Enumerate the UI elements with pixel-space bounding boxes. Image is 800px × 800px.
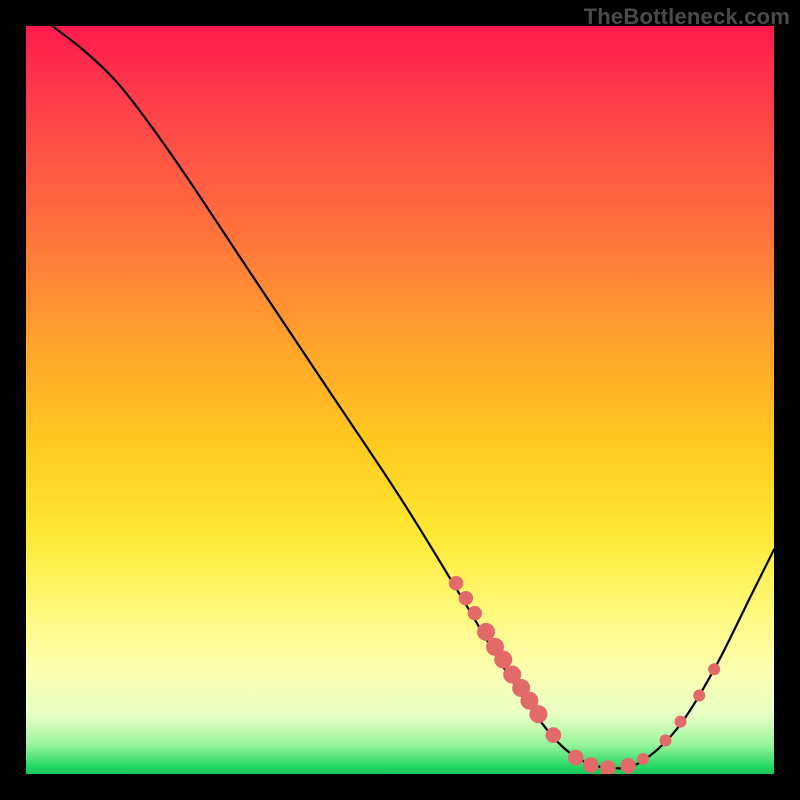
curve-marker <box>660 734 672 746</box>
chart-plot-area <box>26 26 774 774</box>
curve-marker <box>620 758 636 774</box>
curve-marker <box>529 705 547 723</box>
curve-marker <box>546 727 562 743</box>
bottleneck-chart <box>26 26 774 774</box>
curve-marker <box>693 689 705 701</box>
curve-marker <box>583 757 599 773</box>
curve-marker <box>708 663 720 675</box>
bottleneck-curve <box>52 26 774 768</box>
curve-marker <box>477 623 495 641</box>
curve-marker <box>459 591 473 605</box>
watermark-text: TheBottleneck.com <box>584 4 790 30</box>
curve-marker <box>449 576 463 590</box>
curve-marker <box>637 753 649 765</box>
curve-marker <box>494 651 512 669</box>
curve-marker <box>675 716 687 728</box>
curve-marker <box>568 750 584 766</box>
curve-marker <box>468 606 482 620</box>
curve-marker <box>600 760 616 774</box>
